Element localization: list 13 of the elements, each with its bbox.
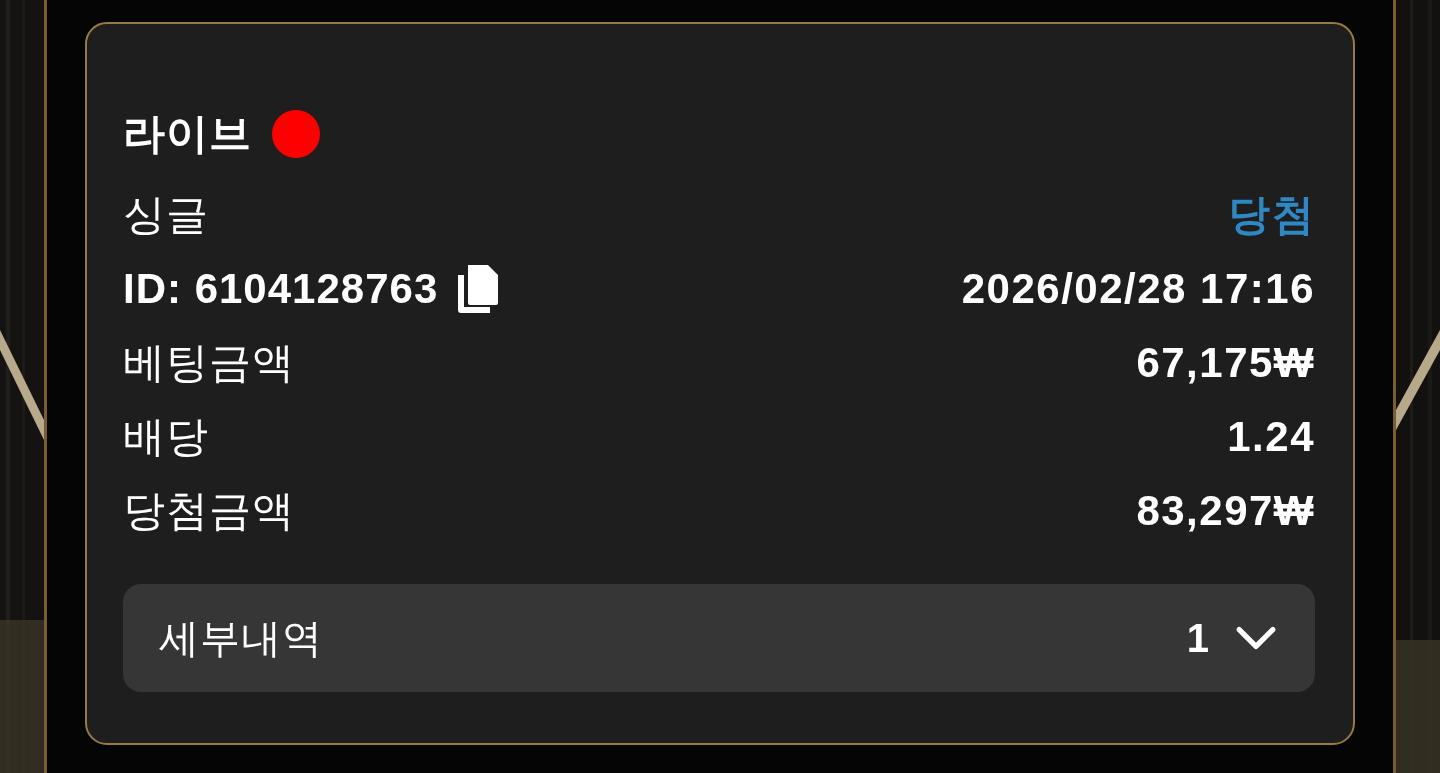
details-toggle[interactable]: 세부내역 1	[123, 584, 1315, 692]
row-value: 67,175₩	[1136, 339, 1315, 387]
row-label: ID: 6104128763	[123, 265, 439, 313]
row-label: 당첨금액	[123, 486, 295, 536]
row-value: 83,297₩	[1136, 487, 1315, 535]
result-status: 당첨	[1228, 190, 1315, 240]
card-title: 라이브	[123, 109, 252, 159]
row-label: 싱글	[123, 190, 209, 240]
row-value: 2026/02/28 17:16	[961, 265, 1315, 313]
copy-icon[interactable]	[456, 263, 501, 315]
row-label: 베팅금액	[123, 338, 295, 388]
row-value: 1.24	[1227, 413, 1315, 461]
row-label: 배당	[123, 412, 209, 462]
